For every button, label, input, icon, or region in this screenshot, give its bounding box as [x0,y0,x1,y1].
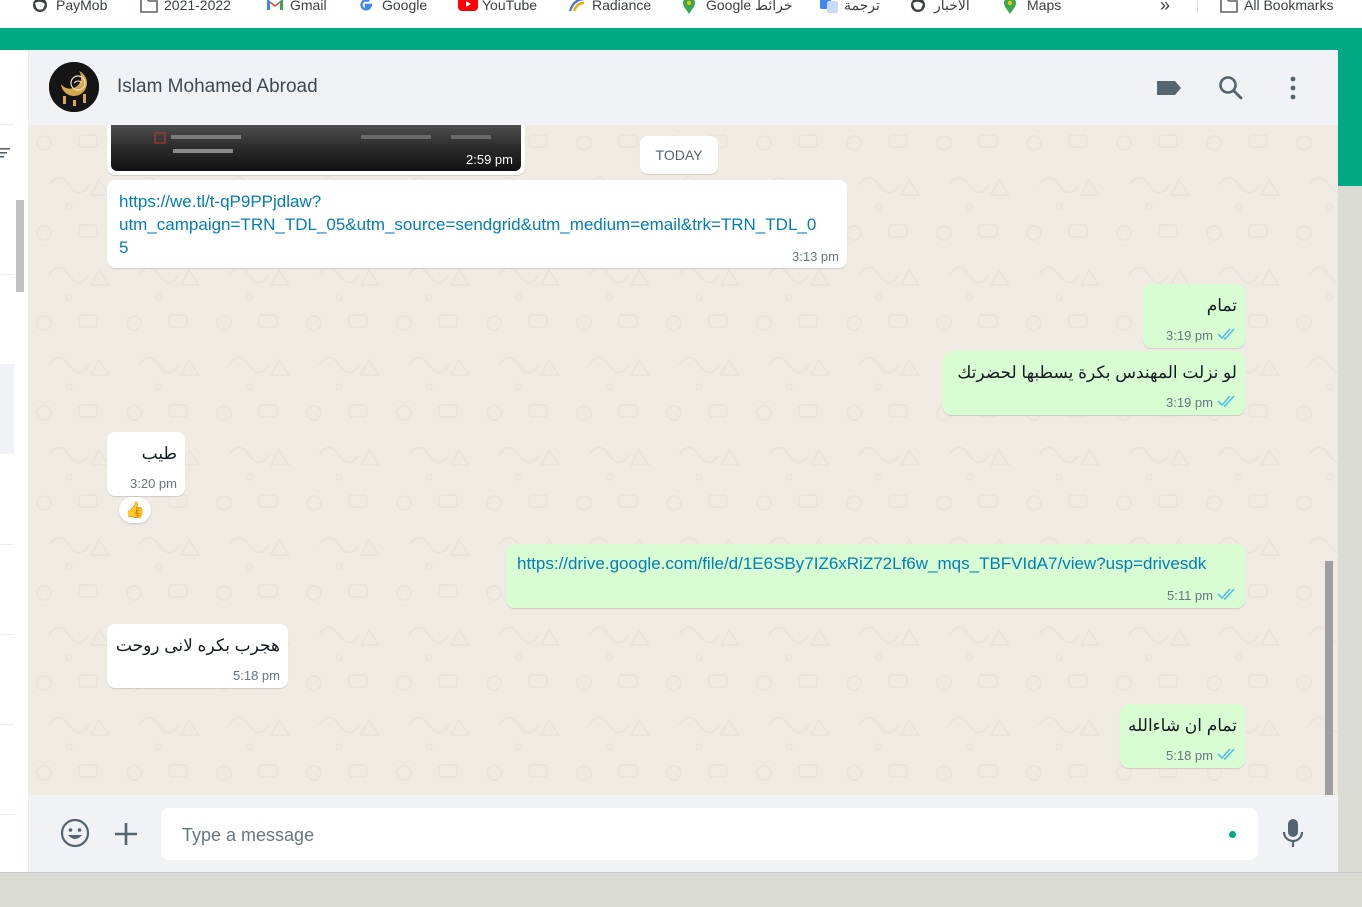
chat-list-scrollbar[interactable] [16,200,24,292]
app-top-band [0,28,1362,50]
message-text: تمام ان شاءالله [1128,716,1237,735]
message-time: 2:59 pm [466,152,513,167]
reaction-badge[interactable]: 👍 [119,497,151,523]
emoji-icon[interactable] [60,818,90,853]
read-ticks-icon [1217,327,1237,341]
read-ticks-icon [1217,394,1237,408]
message-text: لو نزلت المهندس بكرة يسطبها لحضرتك [957,363,1237,382]
message-text: هجرب بكره لانى روحت [115,636,280,655]
radiance-icon [568,0,585,13]
youtube-icon [458,0,478,13]
bookmark-gmail[interactable]: Gmail [266,0,327,15]
message-time: 5:11 pm [1166,588,1213,603]
message-link[interactable]: https://drive.google.com/file/d/1E6SBy7I… [517,554,1206,574]
divider [0,634,14,635]
message-outgoing[interactable]: تمام 3:19 pm [1143,284,1245,348]
divider [0,124,14,125]
divider [0,724,14,725]
thumbs-up-icon: 👍 [125,502,145,519]
gmail-icon [266,0,283,13]
bookmark-google-maps-ar[interactable]: Google خرائط [682,0,793,15]
google-icon [358,0,374,13]
chat-list-panel [0,50,29,872]
message-incoming[interactable]: هجرب بكره لانى روحت 5:18 pm [107,624,288,688]
all-bookmarks-button[interactable]: All Bookmarks [1220,0,1333,15]
message-text: طيب [141,444,177,463]
message-input-placeholder: Type a message [182,825,315,845]
message-time: 3:20 pm [130,476,177,491]
message-incoming[interactable]: طيب 3:20 pm [107,432,185,496]
message-list-scrollbar[interactable] [1325,205,1333,795]
scrollbar-thumb[interactable] [1325,561,1333,795]
bookmark-paymob[interactable]: PayMob [32,0,107,15]
date-divider: TODAY [640,136,718,174]
bookmark-2021-2022[interactable]: 2021-2022 [140,0,231,15]
conversation-panel: Islam Mohamed Abroad 2:59 pm TODAY https… [29,50,1338,872]
message-outgoing[interactable]: تمام ان شاءالله 5:18 pm [1120,704,1245,768]
folder-icon [140,0,158,13]
search-icon[interactable] [1217,74,1245,102]
divider [0,814,14,815]
filter-icon[interactable] [0,146,10,158]
conversation-header[interactable]: Islam Mohamed Abroad [29,50,1338,126]
bookmark-youtube[interactable]: YouTube [458,0,537,15]
bookmarks-bar: PayMob 2021-2022 Gmail Google YouTube Ra… [0,0,1362,29]
label-icon[interactable] [1155,74,1183,102]
message-outgoing[interactable]: https://drive.google.com/file/d/1E6SBy7I… [506,544,1245,608]
document-screenshot-image[interactable]: 2:59 pm [111,125,521,171]
app-side-background [1338,186,1362,872]
bookmark-google[interactable]: Google [358,0,427,15]
bookmarks-overflow-button[interactable]: » [1160,0,1170,15]
message-list[interactable]: 2:59 pm TODAY https://we.tl/t-qP9PPjdlaw… [29,125,1338,795]
chat-list-item-selected[interactable] [0,364,14,454]
message-time: 3:13 pm [792,249,839,264]
message-text: تمام [1206,296,1237,315]
microphone-icon[interactable] [1281,817,1305,854]
globe-icon [32,0,48,13]
read-ticks-icon [1217,587,1237,601]
translate-icon [820,0,838,13]
globe-icon [910,0,926,13]
status-dot-icon [1229,831,1236,838]
message-composer: Type a message [29,795,1338,872]
attach-plus-icon[interactable] [113,821,139,852]
maps-pin-icon [1003,0,1019,14]
message-time: 5:18 pm [1166,748,1213,763]
message-link[interactable]: https://we.tl/t-qP9PPjdlaw? utm_campaign… [119,190,816,259]
image-message[interactable]: 2:59 pm [107,125,525,175]
bookmark-radiance[interactable]: Radiance [568,0,651,15]
message-time: 5:18 pm [233,668,280,683]
maps-pin-icon [682,0,698,14]
read-ticks-icon [1217,747,1237,761]
divider [0,544,14,545]
message-time: 3:19 pm [1166,328,1213,343]
bookmark-translate[interactable]: ترجمة [820,0,880,15]
message-outgoing[interactable]: لو نزلت المهندس بكرة يسطبها لحضرتك 3:19 … [943,351,1245,415]
bookmark-maps[interactable]: Maps [1003,0,1061,15]
bookmarks-divider [1197,0,1198,12]
bookmark-news[interactable]: الأخبار [910,0,970,15]
contact-name[interactable]: Islam Mohamed Abroad [117,76,318,98]
message-incoming[interactable]: https://we.tl/t-qP9PPjdlaw? utm_campaign… [107,180,847,268]
message-input[interactable]: Type a message [161,808,1258,860]
app-side-band [1338,50,1362,186]
more-vertical-icon[interactable] [1279,74,1307,102]
taskbar-edge [0,872,1362,907]
folder-icon [1220,0,1238,13]
avatar[interactable] [49,62,99,112]
message-time: 3:19 pm [1166,395,1213,410]
divider [0,274,14,275]
